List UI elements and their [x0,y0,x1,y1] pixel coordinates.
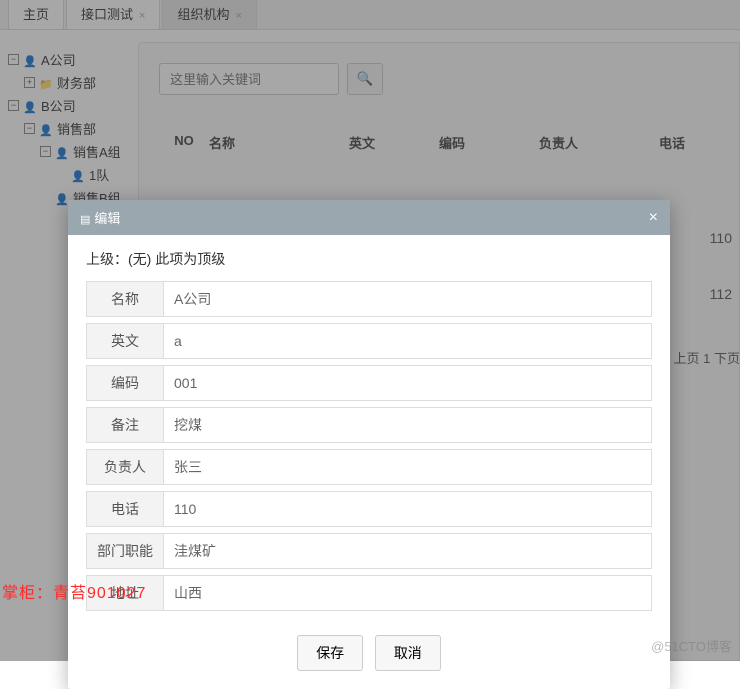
cancel-button[interactable]: 取消 [375,635,441,671]
input-duty[interactable] [164,533,652,569]
parent-info: 上级：(无) 此项为顶级 [86,249,652,269]
modal-title: 编辑 [80,208,120,227]
save-button[interactable]: 保存 [297,635,363,671]
watermark-red: 掌柜：青苔901027 [2,579,146,603]
label-duty: 部门职能 [86,533,164,569]
input-owner[interactable] [164,449,652,485]
input-phone[interactable] [164,491,652,527]
input-code[interactable] [164,365,652,401]
label-owner: 负责人 [86,449,164,485]
document-icon [80,211,94,226]
label-phone: 电话 [86,491,164,527]
modal-footer: 保存 取消 [68,625,670,689]
edit-modal: 编辑 × 上级：(无) 此项为顶级 名称 英文 编码 备注 负责人 电话 部门职… [68,200,670,689]
label-name: 名称 [86,281,164,317]
input-addr[interactable] [164,575,652,611]
label-en: 英文 [86,323,164,359]
input-name[interactable] [164,281,652,317]
watermark-grey: @51CTO博客 [651,636,732,655]
label-code: 编码 [86,365,164,401]
close-icon[interactable]: × [649,209,658,227]
modal-body: 上级：(无) 此项为顶级 名称 英文 编码 备注 负责人 电话 部门职能 地址 [68,235,670,625]
input-remark[interactable] [164,407,652,443]
label-remark: 备注 [86,407,164,443]
input-en[interactable] [164,323,652,359]
modal-header: 编辑 × [68,200,670,235]
